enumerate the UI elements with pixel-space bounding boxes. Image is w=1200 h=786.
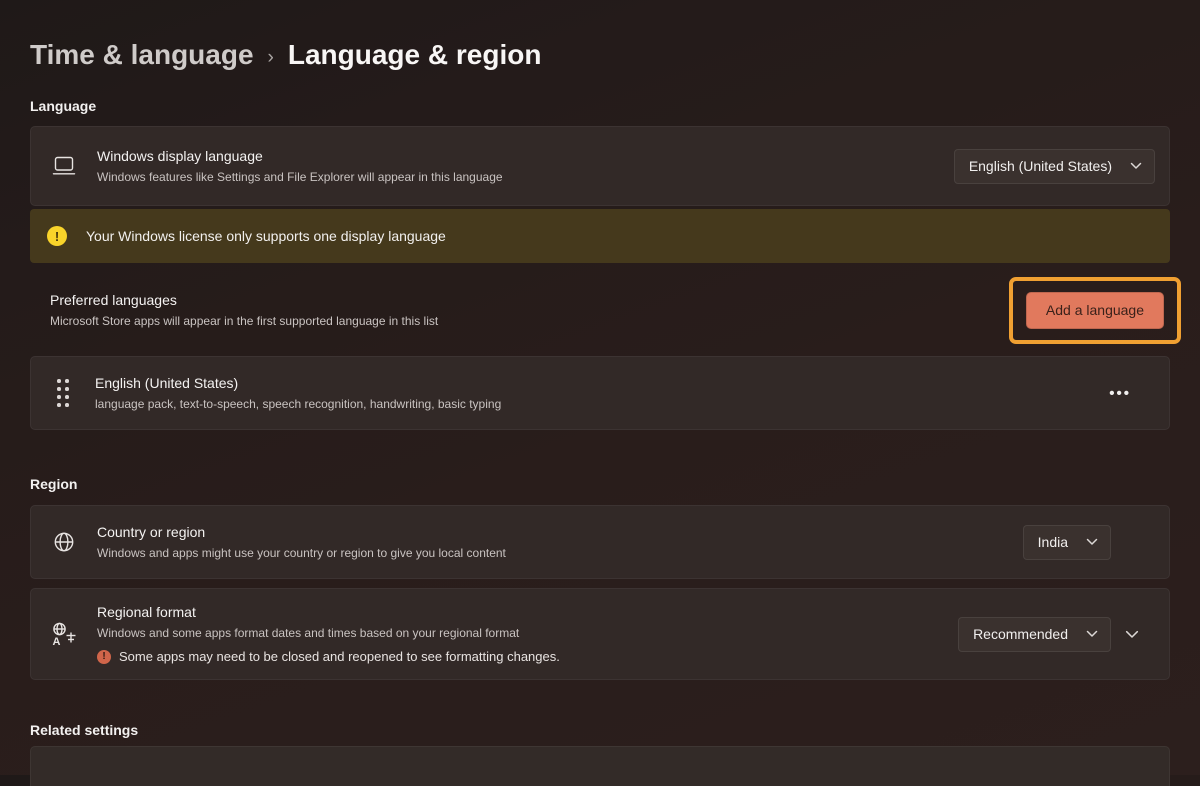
- preferred-languages-description: Microsoft Store apps will appear in the …: [50, 314, 438, 329]
- regional-format-expander[interactable]: [1111, 630, 1153, 639]
- breadcrumb-time-and-language[interactable]: Time & language: [30, 39, 254, 71]
- preferred-languages-title: Preferred languages: [50, 292, 438, 309]
- drag-grip-icon[interactable]: [57, 379, 69, 407]
- country-description: Windows and apps might use your country …: [97, 546, 506, 561]
- country-selected: India: [1038, 534, 1068, 550]
- section-label-language: Language: [30, 98, 1170, 114]
- license-warning-banner: ! Your Windows license only supports one…: [30, 209, 1170, 263]
- warning-icon: !: [47, 226, 67, 246]
- license-warning-text: Your Windows license only supports one d…: [86, 228, 446, 244]
- add-language-button[interactable]: Add a language: [1026, 292, 1164, 329]
- chevron-down-icon: [1125, 630, 1139, 639]
- windows-display-language-card: Windows display language Windows feature…: [30, 126, 1170, 206]
- highlight-annotation: Add a language: [1009, 277, 1181, 344]
- language-more-options-icon[interactable]: •••: [1109, 385, 1131, 402]
- regional-format-dropdown[interactable]: Recommended: [958, 617, 1111, 652]
- regional-format-description: Windows and some apps format dates and t…: [97, 626, 560, 641]
- country-title: Country or region: [97, 524, 506, 541]
- country-or-region-card: Country or region Windows and apps might…: [30, 505, 1170, 579]
- globe-icon: [31, 530, 97, 554]
- page-title: Language & region: [288, 39, 542, 71]
- notice-icon: !: [97, 650, 111, 664]
- regional-format-title: Regional format: [97, 604, 560, 621]
- chevron-down-icon: [1086, 630, 1098, 638]
- notice-text: Some apps may need to be closed and reop…: [119, 649, 560, 664]
- regional-format-icon: A: [31, 621, 97, 647]
- regional-format-selected: Recommended: [973, 626, 1068, 642]
- regional-format-card: A Regional format Windows and some apps …: [30, 588, 1170, 680]
- display-language-selected: English (United States): [969, 158, 1112, 174]
- display-language-title: Windows display language: [97, 148, 503, 165]
- section-label-region: Region: [30, 476, 1170, 492]
- section-label-related-settings: Related settings: [30, 722, 1170, 738]
- chevron-down-icon: [1130, 162, 1142, 170]
- country-dropdown[interactable]: India: [1023, 525, 1111, 560]
- display-language-description: Windows features like Settings and File …: [97, 170, 503, 185]
- preferred-languages-row: Preferred languages Microsoft Store apps…: [30, 277, 1170, 344]
- language-features: language pack, text-to-speech, speech re…: [95, 397, 501, 412]
- svg-text:A: A: [53, 636, 61, 647]
- display-language-dropdown[interactable]: English (United States): [954, 149, 1155, 184]
- breadcrumb-separator-icon: ›: [268, 42, 274, 69]
- chevron-down-icon: [1086, 538, 1098, 546]
- language-list-item: English (United States) language pack, t…: [30, 356, 1170, 430]
- regional-format-notice: ! Some apps may need to be closed and re…: [97, 649, 560, 664]
- language-name: English (United States): [95, 375, 501, 392]
- display-icon: [31, 154, 97, 178]
- related-settings-card-partial[interactable]: [30, 746, 1170, 786]
- breadcrumb: Time & language › Language & region: [30, 34, 1170, 76]
- settings-page: Time & language › Language & region Lang…: [0, 0, 1200, 775]
